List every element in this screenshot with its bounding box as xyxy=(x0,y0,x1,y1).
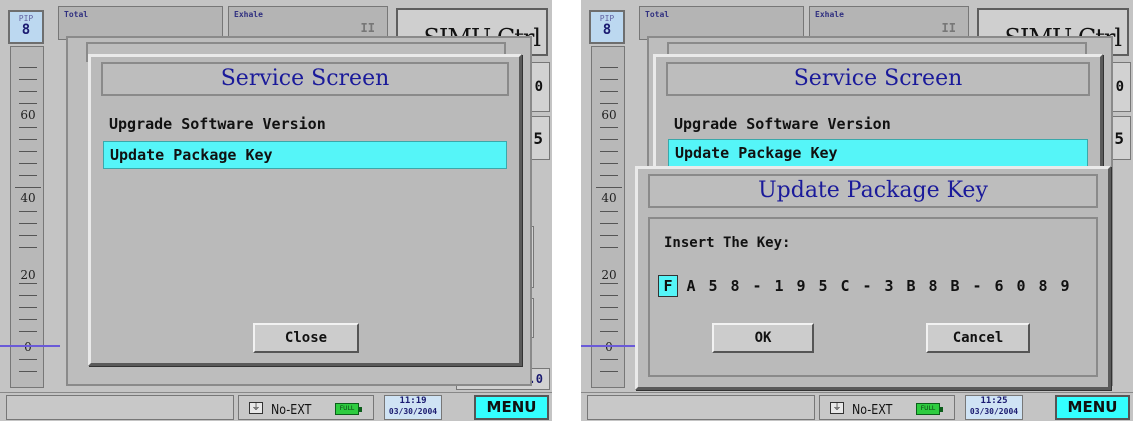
pip-indicator: PIP 8 xyxy=(589,10,625,44)
status-bar: ⏚ No-EXT FULL 11:25 03/30/2004 MENU xyxy=(581,392,1133,421)
key-char: A xyxy=(686,277,696,295)
clock: 11:19 03/30/2004 xyxy=(384,395,442,420)
key-char: 9 xyxy=(1060,277,1070,295)
message-area xyxy=(587,395,815,420)
ventilator-screen-right: PIP 8 60 40 20 0 Total Exhale II SIMU Ct… xyxy=(581,0,1133,421)
total-label: Total xyxy=(64,10,89,19)
key-char: 6 xyxy=(994,277,1004,295)
key-char: 9 xyxy=(796,277,806,295)
scale-label-20: 20 xyxy=(15,269,41,281)
scale-label-60: 60 xyxy=(15,109,41,121)
key-char: 8 xyxy=(1038,277,1048,295)
update-key-dialog-title-bar: Update Package Key xyxy=(648,174,1098,208)
menu-item-update-package-key[interactable]: Update Package Key xyxy=(103,141,507,169)
pause-icon: II xyxy=(360,21,375,35)
pressure-baseline xyxy=(0,345,60,347)
update-key-dialog: Update Package Key Insert The Key: FA58-… xyxy=(635,166,1111,390)
no-ext-label: No-EXT xyxy=(852,403,893,418)
key-char: 3 xyxy=(884,277,894,295)
pip-value: 8 xyxy=(21,22,31,38)
update-key-dialog-title: Update Package Key xyxy=(758,178,988,203)
pip-indicator: PIP 8 xyxy=(8,10,44,44)
key-char: 5 xyxy=(818,277,828,295)
plug-icon: ⏚ xyxy=(830,402,844,414)
clock-time: 11:25 xyxy=(980,396,1008,406)
total-box: Total xyxy=(58,6,223,40)
pressure-baseline xyxy=(581,345,641,347)
key-char: B xyxy=(950,277,960,295)
menu-item-upgrade-software[interactable]: Upgrade Software Version xyxy=(668,111,1088,139)
power-status: ⏚ No-EXT FULL xyxy=(238,395,374,420)
pressure-scale: 60 40 20 0 xyxy=(591,46,625,388)
total-label: Total xyxy=(645,10,670,19)
pip-value: 8 xyxy=(602,22,612,38)
scale-label-60: 60 xyxy=(596,109,622,121)
exhale-label: Exhale xyxy=(815,10,844,19)
key-char: 8 xyxy=(730,277,740,295)
power-status: ⏚ No-EXT FULL xyxy=(819,395,955,420)
key-prompt: Insert The Key: xyxy=(664,235,791,251)
scale-label-0: 0 xyxy=(596,341,622,353)
menu-item-upgrade-software[interactable]: Upgrade Software Version xyxy=(103,111,507,139)
key-char: - xyxy=(972,277,982,295)
menu-item-update-package-key[interactable]: Update Package Key xyxy=(668,139,1088,167)
menu-button[interactable]: MENU xyxy=(1055,395,1130,420)
battery-icon: FULL xyxy=(335,403,362,415)
status-bar: ⏚ No-EXT FULL 11:19 03/30/2004 MENU xyxy=(0,392,552,421)
clock-date: 03/30/2004 xyxy=(969,407,1019,416)
plug-icon: ⏚ xyxy=(249,402,263,414)
key-char: - xyxy=(862,277,872,295)
clock-time: 11:19 xyxy=(399,396,427,406)
no-ext-label: No-EXT xyxy=(271,403,312,418)
key-char: 1 xyxy=(774,277,784,295)
key-char: B xyxy=(906,277,916,295)
scale-label-40: 40 xyxy=(596,192,622,204)
ok-button[interactable]: OK xyxy=(712,323,814,353)
ventilator-screen-left: PIP 8 60 40 20 0 Total Exhale II SIMU Ct… xyxy=(0,0,552,421)
pause-icon: II xyxy=(941,21,956,35)
service-dialog-title-bar: Service Screen xyxy=(101,62,509,96)
key-char: 8 xyxy=(928,277,938,295)
key-entry-field[interactable]: FA58-195C-3B8B-6089 xyxy=(658,274,1076,298)
key-cursor-char: F xyxy=(658,275,678,297)
service-dialog-title: Service Screen xyxy=(220,66,390,91)
battery-icon: FULL xyxy=(916,403,943,415)
menu-button[interactable]: MENU xyxy=(474,395,549,420)
scale-label-0: 0 xyxy=(15,341,41,353)
exhale-box: Exhale II xyxy=(809,6,969,40)
service-dialog: Service Screen Upgrade Software Version … xyxy=(88,54,522,366)
clock-date: 03/30/2004 xyxy=(388,407,438,416)
key-char: - xyxy=(752,277,762,295)
scale-label-40: 40 xyxy=(15,192,41,204)
close-button[interactable]: Close xyxy=(253,323,359,353)
exhale-box: Exhale II xyxy=(228,6,388,40)
cancel-button[interactable]: Cancel xyxy=(926,323,1030,353)
clock: 11:25 03/30/2004 xyxy=(965,395,1023,420)
key-char: C xyxy=(840,277,850,295)
exhale-label: Exhale xyxy=(234,10,263,19)
pressure-scale: 60 40 20 0 xyxy=(10,46,44,388)
key-char: 0 xyxy=(1016,277,1026,295)
total-box: Total xyxy=(639,6,804,40)
key-char: 5 xyxy=(708,277,718,295)
scale-label-20: 20 xyxy=(596,269,622,281)
message-area xyxy=(6,395,234,420)
service-dialog-title-bar: Service Screen xyxy=(666,62,1090,96)
service-dialog-title: Service Screen xyxy=(793,66,963,91)
